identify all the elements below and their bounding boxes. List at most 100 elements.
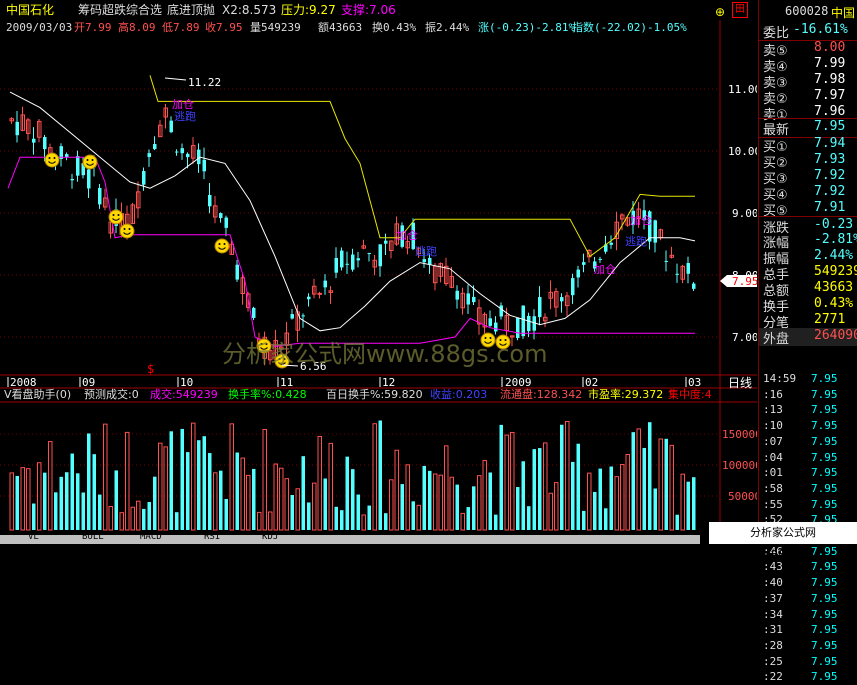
volume-bar: [59, 476, 63, 530]
stat-row-value: 2.44%: [814, 248, 854, 263]
volume-bar: [142, 508, 146, 530]
candle-body: [653, 220, 657, 243]
stat-row-value: 264090: [814, 328, 857, 343]
expand-icon[interactable]: ⊕: [715, 2, 725, 22]
buy-label: 加仓: [630, 213, 652, 227]
candle-body: [142, 171, 146, 185]
volume-bar: [103, 423, 108, 531]
volume-bar: [147, 502, 151, 530]
price-axis-label: 11.00: [728, 83, 757, 96]
tab-boll[interactable]: BOLL: [82, 532, 104, 542]
volume-bar: [219, 470, 223, 530]
volume-bar: [664, 438, 668, 530]
volume-bar: [186, 452, 190, 530]
volume-bar: [130, 506, 135, 531]
tab-macd[interactable]: MACD: [140, 532, 162, 542]
volume-bar: [625, 453, 630, 531]
main-chart[interactable]: 11.00 10.00 9.00 8.00 7.00 7.95 150000 1…: [0, 0, 757, 544]
volume-bar: [593, 491, 597, 530]
run-label: 逃跑: [625, 234, 647, 248]
volume-bar: [213, 472, 218, 531]
volume-axis-label: 50000: [728, 490, 757, 503]
volume-bar: [114, 470, 118, 530]
candle-body: [235, 264, 239, 280]
volume-bar: [472, 486, 476, 530]
tab-rsi[interactable]: RSI: [204, 532, 220, 542]
tick-row: 14:59 7.95: [759, 372, 857, 387]
volume-bar: [565, 420, 570, 531]
volume-bar: [202, 436, 206, 530]
price-axis-label: 9.00: [732, 207, 757, 220]
stock-name[interactable]: 中国石化: [6, 0, 54, 20]
s-marker: $: [147, 362, 154, 376]
volume-panel-title[interactable]: V看盘助手(0): [4, 388, 71, 402]
smiley-icon: [82, 154, 98, 170]
tick-price: 7.95: [811, 654, 838, 668]
candle-body: [576, 269, 580, 278]
tick-price: 7.95: [811, 576, 838, 590]
tab-vl[interactable]: VL: [28, 532, 39, 542]
income: 收益:0.203: [430, 388, 488, 401]
volume-bar: [87, 433, 91, 530]
tick-price: 7.95: [811, 450, 838, 464]
stock-code-row: 600028 中国: [759, 4, 857, 22]
volume-bar: [636, 428, 641, 531]
indicator-name-2: 底进顶抛: [167, 3, 216, 17]
volume-bar: [384, 513, 388, 530]
candle-body: [186, 153, 190, 158]
stat-row-value: 43663: [814, 280, 854, 295]
tab-kdj[interactable]: KDJ: [262, 532, 278, 542]
buy-label: 加仓: [594, 262, 616, 276]
volume-bar: [488, 472, 492, 530]
volume-bar: [175, 512, 179, 530]
tick-row: :58 7.95: [759, 482, 857, 497]
candle-body: [290, 314, 294, 319]
stat-row: 外盘 264090: [759, 328, 857, 347]
stat-row-value: -2.81%: [814, 232, 857, 247]
volume-bar: [405, 464, 410, 531]
volume-bar: [323, 478, 327, 530]
candle-body: [560, 297, 564, 302]
volume-axis-label: 150000: [722, 428, 757, 441]
x2-value: X2:8.573: [222, 3, 277, 17]
volume-bar: [554, 482, 559, 531]
tick-price: 7.95: [811, 434, 838, 448]
tick-row: :16 7.95: [759, 388, 857, 403]
corner-badge: 分析家公式网www.88gs.com: [709, 522, 857, 561]
open-value: 开7.99: [74, 21, 112, 34]
predict-volume: 预测成交:0: [84, 388, 139, 401]
tick-time: :07: [763, 434, 783, 448]
volume-bar: [416, 504, 421, 531]
volume-bar: [543, 442, 548, 531]
volume-bar: [648, 422, 652, 530]
candle-body: [686, 263, 690, 274]
candle-body: [32, 138, 36, 143]
date-value: 2009/03/03: [6, 21, 73, 34]
candle-body: [323, 280, 327, 288]
candle-body: [219, 213, 223, 219]
candle-body: [340, 250, 344, 268]
pressure-value: 压力:9.27: [281, 3, 336, 17]
volume-bar: [48, 441, 53, 531]
window-icon[interactable]: 田: [732, 2, 748, 18]
buy-level-value: 7.92: [814, 184, 846, 199]
close-value: 收7.95: [205, 21, 243, 34]
smiley-icon: [214, 238, 230, 254]
indicator-name[interactable]: 筹码超跌综合选: [78, 0, 162, 20]
candle-body: [428, 257, 432, 265]
tick-time: :55: [763, 497, 783, 511]
volume-bar: [180, 428, 184, 530]
volume-bar: [279, 467, 284, 531]
tick-row: :13 7.95: [759, 403, 857, 418]
index-value: 指数(-22.02)-1.05%: [572, 21, 687, 34]
current-price-label: 7.95: [732, 275, 757, 288]
float-shares: 流通盘:128.342: [500, 388, 583, 401]
hundred-day-turnover: 百日换手%:59.820: [326, 388, 423, 401]
smiley-icon: [108, 209, 124, 225]
volume-bar: [631, 432, 635, 530]
volume-bar: [482, 460, 487, 531]
period-button[interactable]: 日线: [728, 376, 752, 390]
concentration: 集中度:4: [668, 388, 712, 401]
volume-bar: [494, 514, 498, 530]
volume-bar: [108, 506, 113, 531]
